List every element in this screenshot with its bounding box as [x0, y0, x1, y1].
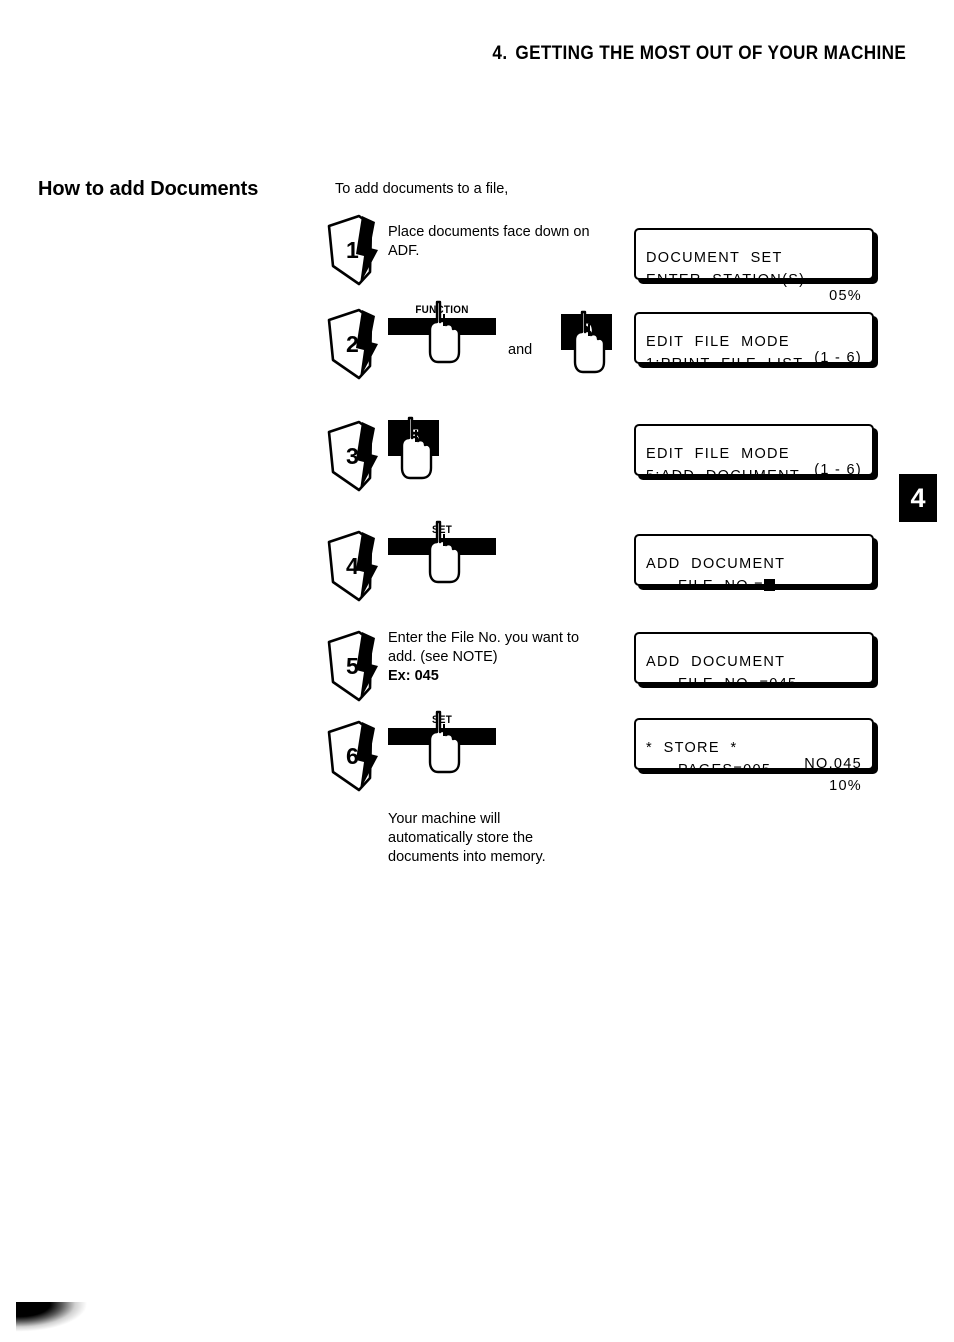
- lcd-cursor-block: [763, 579, 775, 591]
- lcd-line2-left: 1:PRINT FILE LIST: [646, 356, 804, 372]
- step-instruction-line: Place documents face down on: [388, 224, 590, 240]
- key-group-4: SET: [388, 520, 496, 584]
- lcd-line-1: EDIT FILE MODE (1 - 6): [636, 318, 872, 366]
- step-marker-2: 2: [326, 308, 388, 384]
- section-intro-text: To add documents to a file,: [335, 181, 509, 197]
- lcd-line2-left: 5:ADD DOCUMENT: [646, 468, 801, 484]
- pressing-hand-icon: [565, 310, 611, 374]
- page-running-header: 4. GETTING THE MOST OUT OF YOUR MACHINE: [492, 42, 906, 65]
- step-instruction-line: ADF.: [388, 243, 420, 259]
- lcd-display-5: ADD DOCUMENT FILE NO. =045: [634, 632, 874, 692]
- lcd-display-6: * STORE * NO.045 PAGES=005 10%: [634, 718, 874, 794]
- step-instruction-1: Place documents face down on ADF.: [388, 223, 590, 261]
- lcd-line-1: EDIT FILE MODE (1 - 6): [636, 430, 872, 478]
- lcd-line-1: DOCUMENT SET: [636, 234, 872, 266]
- lcd-line-2: 1:PRINT FILE LIST: [636, 340, 872, 372]
- key-group-6: SET: [388, 710, 496, 774]
- step-instruction-line: Enter the File No. you want to: [388, 630, 580, 646]
- key-group-3: 5: [388, 416, 439, 480]
- pressing-hand-icon: [420, 520, 466, 584]
- lcd-line-2: FILE NO.=: [636, 562, 872, 594]
- step-marker-1: 1: [326, 214, 388, 290]
- lcd-line2-left: FILE NO. =045: [678, 676, 798, 692]
- and-connector-label: and: [508, 342, 533, 358]
- function-key[interactable]: FUNCTION: [388, 300, 496, 364]
- svg-text:6: 6: [346, 743, 359, 769]
- lcd-line2-right: 10%: [829, 778, 862, 794]
- lcd-display-2: EDIT FILE MODE (1 - 6) 1:PRINT FILE LIST: [634, 312, 874, 372]
- lcd-display-4: ADD DOCUMENT FILE NO.=: [634, 534, 874, 594]
- svg-text:2: 2: [346, 331, 359, 357]
- lcd-line-2: ENTER STATION(S) 05%: [636, 256, 872, 304]
- lcd-line-2: 5:ADD DOCUMENT: [636, 452, 872, 484]
- closing-note: Your machine will automatically store th…: [388, 810, 546, 867]
- lcd-display-1: DOCUMENT SET ENTER STATION(S) 05%: [634, 228, 874, 304]
- step-marker-3: 3: [326, 420, 388, 496]
- lcd-line2-left: FILE NO.=: [678, 578, 775, 594]
- header-chapter-number: 4.: [492, 42, 508, 64]
- set-key[interactable]: SET: [388, 520, 496, 584]
- step-instruction-5: Enter the File No. you want to add. (see…: [388, 629, 579, 686]
- lcd-line-1: ADD DOCUMENT: [636, 540, 872, 572]
- lcd-line-1: * STORE * NO.045: [636, 724, 872, 772]
- lcd-line2-left: ENTER STATION(S): [646, 272, 806, 288]
- section-title: How to add Documents: [38, 178, 259, 200]
- step-instruction-line: add. (see NOTE): [388, 649, 498, 665]
- lcd-display-3: EDIT FILE MODE (1 - 6) 5:ADD DOCUMENT: [634, 424, 874, 484]
- lcd-line2-left: PAGES=005: [678, 762, 772, 778]
- step-marker-5: 5: [326, 630, 388, 706]
- pressing-hand-icon: [392, 416, 438, 480]
- pressing-hand-icon: [420, 300, 466, 364]
- header-title: GETTING THE MOST OUT OF YOUR MACHINE: [515, 42, 906, 64]
- scan-artifact-smudge: [16, 1302, 90, 1336]
- chapter-thumb-tab: 4: [899, 474, 937, 522]
- pressing-hand-icon: [420, 710, 466, 774]
- numeric-key-9[interactable]: 9: [561, 310, 612, 374]
- step-marker-4: 4: [326, 530, 388, 606]
- lcd-line-2: FILE NO. =045: [636, 660, 872, 692]
- lcd-line2-right: 05%: [829, 288, 862, 304]
- closing-note-line: Your machine will: [388, 811, 501, 827]
- svg-text:5: 5: [346, 653, 359, 679]
- lcd-line2-text: FILE NO.=: [678, 578, 764, 594]
- chapter-tab-label: 4: [910, 482, 926, 513]
- svg-text:1: 1: [346, 237, 359, 263]
- svg-text:3: 3: [346, 443, 359, 469]
- step-marker-6: 6: [326, 720, 388, 796]
- key-group-2: FUNCTION: [388, 300, 496, 364]
- step-example-value: Ex: 045: [388, 668, 439, 684]
- lcd-line-2: PAGES=005 10%: [636, 746, 872, 794]
- key-group-2b: 9: [561, 310, 612, 374]
- set-key[interactable]: SET: [388, 710, 496, 774]
- and-connector: and: [508, 342, 532, 358]
- lcd-line-1: ADD DOCUMENT: [636, 638, 872, 670]
- numeric-key-5[interactable]: 5: [388, 416, 439, 480]
- closing-note-line: automatically store the: [388, 830, 534, 846]
- svg-text:4: 4: [346, 553, 359, 579]
- closing-note-line: documents into memory.: [388, 849, 546, 865]
